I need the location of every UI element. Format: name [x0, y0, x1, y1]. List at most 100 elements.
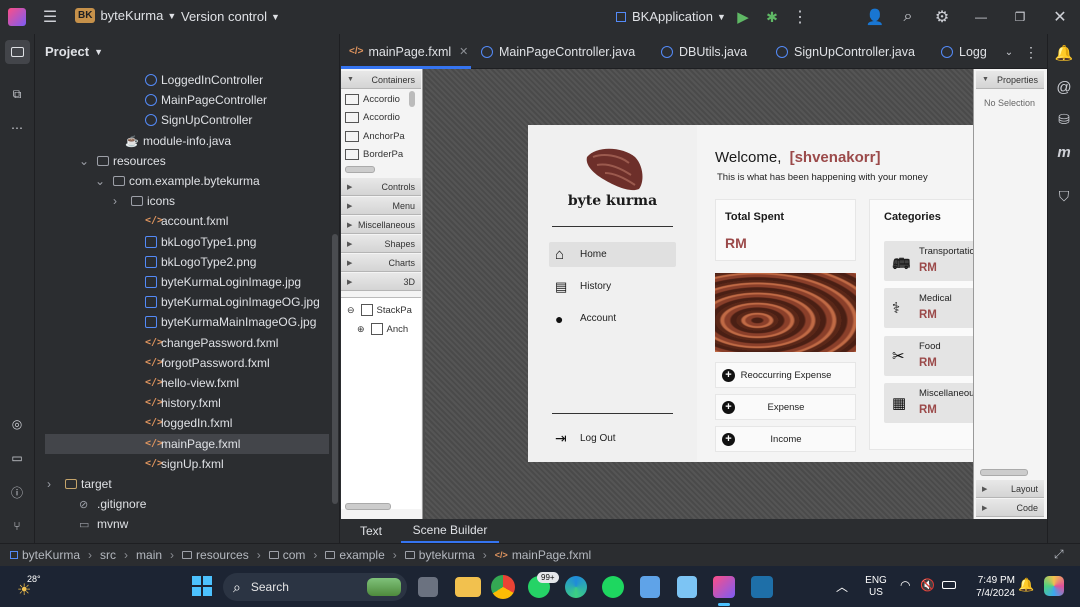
breadcrumb-item[interactable]: byteKurma	[22, 548, 80, 562]
library-scrollbar[interactable]	[409, 91, 415, 107]
tree-item[interactable]: </> forgotPassword.fxml	[35, 353, 339, 373]
language-indicator[interactable]: ENG US	[863, 575, 889, 599]
terminal-tool-icon[interactable]: ▭	[3, 444, 31, 472]
tree-item[interactable]: ⌄ com.example.bytekurma	[35, 171, 339, 191]
weather-widget[interactable]: ☀ 28°	[15, 572, 47, 600]
tree-item[interactable]: </> history.fxml	[35, 393, 339, 413]
project-panel-header[interactable]: Project ▼	[45, 44, 103, 59]
design-canvas[interactable]: byte kurma ⌂ Home ▤ History ● Account ⇥	[425, 69, 1034, 519]
library-section-header[interactable]: ▶ Menu	[341, 197, 421, 215]
library-item[interactable]: BorderPa	[345, 146, 411, 164]
inspector-hscroll[interactable]	[980, 469, 1028, 476]
chevron-right-icon[interactable]: ›	[47, 477, 51, 491]
debug-icon[interactable]: ✱	[758, 3, 786, 31]
tab-logged[interactable]: Logg	[941, 34, 987, 69]
project-tool-icon[interactable]	[5, 40, 30, 64]
tree-item[interactable]: › target	[35, 474, 339, 494]
notepad-icon[interactable]	[677, 576, 697, 598]
chevron-up-icon[interactable]: ︿	[836, 578, 848, 595]
tab-text[interactable]: Text	[341, 519, 401, 543]
tree-item[interactable]: </> changePassword.fxml	[35, 333, 339, 353]
library-containers-header[interactable]: ▼ Containers	[341, 71, 421, 89]
spotify-icon[interactable]	[602, 576, 624, 598]
library-item[interactable]: Accordio	[345, 109, 411, 127]
tab-dbutils[interactable]: DBUtils.java	[661, 34, 747, 69]
clock[interactable]: 7:49 PM 7/4/2024	[965, 574, 1015, 600]
ide-logo-icon[interactable]	[8, 8, 26, 26]
run-config-select[interactable]: BKApplication ▼	[616, 9, 726, 24]
search-icon[interactable]: ⌕	[894, 3, 922, 31]
ai-assistant-icon[interactable]: @	[1050, 73, 1078, 101]
security-shield-icon[interactable]: ⛉	[1050, 182, 1078, 210]
notifications-icon[interactable]: 🔔	[1050, 39, 1078, 67]
tree-scrollbar[interactable]	[332, 234, 338, 504]
nav-history[interactable]: ▤ History	[549, 274, 676, 299]
breadcrumb-item[interactable]: mainPage.fxml	[512, 548, 591, 562]
chevron-down-icon[interactable]: ⌄	[79, 154, 89, 168]
tree-item[interactable]: ☕ module-info.java	[35, 131, 339, 151]
library-item[interactable]: Accordio	[345, 90, 411, 108]
tree-item[interactable]: ⊘ .gitignore	[35, 494, 339, 514]
tree-item[interactable]: </> signUp.fxml	[35, 454, 339, 474]
edge-icon[interactable]	[565, 576, 587, 598]
chevron-right-icon[interactable]: ›	[113, 194, 117, 208]
nav-account[interactable]: ● Account	[549, 306, 676, 331]
chevron-down-icon[interactable]: ⌄	[95, 174, 105, 188]
close-icon[interactable]: ✕	[459, 45, 468, 58]
breadcrumb-item[interactable]: bytekurma	[419, 548, 475, 562]
start-button[interactable]	[192, 576, 212, 596]
restore-icon[interactable]: ❐	[1006, 3, 1034, 31]
main-menu-icon[interactable]: ☰	[36, 3, 64, 31]
database-icon[interactable]: ⛁	[1050, 105, 1078, 133]
chrome-icon[interactable]	[491, 575, 515, 599]
action-button[interactable]: + Reoccurring Expense	[715, 362, 856, 388]
breadcrumb-item[interactable]: main	[136, 548, 162, 562]
tree-item[interactable]: byteKurmaMainImageOG.jpg	[35, 312, 339, 332]
library-section-header[interactable]: ▶ Controls	[341, 178, 421, 196]
tree-item[interactable]: byteKurmaLoginImage.jpg	[35, 272, 339, 292]
problems-tool-icon[interactable]: ⓘ	[3, 478, 31, 506]
layout-header[interactable]: ▶ Layout	[976, 480, 1044, 498]
wifi-icon[interactable]: ◠	[900, 578, 910, 592]
task-view-icon[interactable]	[418, 577, 438, 597]
scene-builder-icon[interactable]	[751, 576, 773, 598]
file-explorer-icon[interactable]	[455, 577, 481, 597]
vcs-menu[interactable]: Version control ▼	[181, 9, 280, 24]
tree-item[interactable]: </> account.fxml	[35, 211, 339, 231]
more-actions-icon[interactable]: ⋮	[786, 3, 814, 31]
logout-button[interactable]: ⇥ Log Out	[549, 426, 676, 451]
properties-header[interactable]: ▼ Properties	[976, 71, 1044, 89]
tree-item[interactable]: </> mainPage.fxml	[45, 433, 329, 454]
tree-item[interactable]: bkLogoType1.png	[35, 232, 339, 252]
tree-item[interactable]: LoggedInController	[35, 70, 339, 90]
tree-item[interactable]: › icons	[35, 191, 339, 211]
breadcrumb-item[interactable]: resources	[196, 548, 249, 562]
library-section-header[interactable]: ▶ Charts	[341, 254, 421, 272]
settings-gear-icon[interactable]: ⚙	[928, 3, 956, 31]
tab-more-icon[interactable]: ⋮	[1017, 38, 1045, 66]
code-header[interactable]: ▶ Code	[976, 499, 1044, 517]
minimize-icon[interactable]: —	[967, 3, 995, 31]
library-section-header[interactable]: ▶ 3D	[341, 273, 421, 291]
app-preview[interactable]: byte kurma ⌂ Home ▤ History ● Account ⇥	[528, 125, 1034, 462]
maven-icon[interactable]: m	[1050, 138, 1078, 166]
close-icon[interactable]: ✕	[1046, 3, 1074, 31]
expand-icon[interactable]: ⤢	[1054, 547, 1064, 562]
breadcrumb-item[interactable]: example	[339, 548, 384, 562]
tree-item[interactable]: ▭ mvnw	[35, 514, 339, 534]
intellij-icon[interactable]	[713, 576, 735, 598]
volume-icon[interactable]: 🔇	[920, 578, 935, 592]
app-icon[interactable]	[640, 576, 660, 598]
structure-tool-icon[interactable]: ⧉	[3, 80, 31, 108]
tab-signupcontroller[interactable]: SignUpController.java	[776, 34, 915, 69]
action-button[interactable]: + Expense	[715, 394, 856, 420]
taskbar-search[interactable]: ⌕ Search	[223, 573, 407, 601]
hierarchy-stackpane[interactable]: ⊖ StackPa	[347, 301, 413, 319]
library-item[interactable]: AnchorPa	[345, 127, 411, 145]
action-button[interactable]: + Income	[715, 426, 856, 452]
library-hscroll[interactable]	[345, 166, 375, 173]
library-section-header[interactable]: ▶ Miscellaneous	[341, 216, 421, 234]
run-icon[interactable]: ▶	[729, 3, 757, 31]
notification-bell-icon[interactable]: 🔔	[1018, 577, 1034, 593]
more-tools-icon[interactable]: ⋯	[3, 114, 31, 142]
